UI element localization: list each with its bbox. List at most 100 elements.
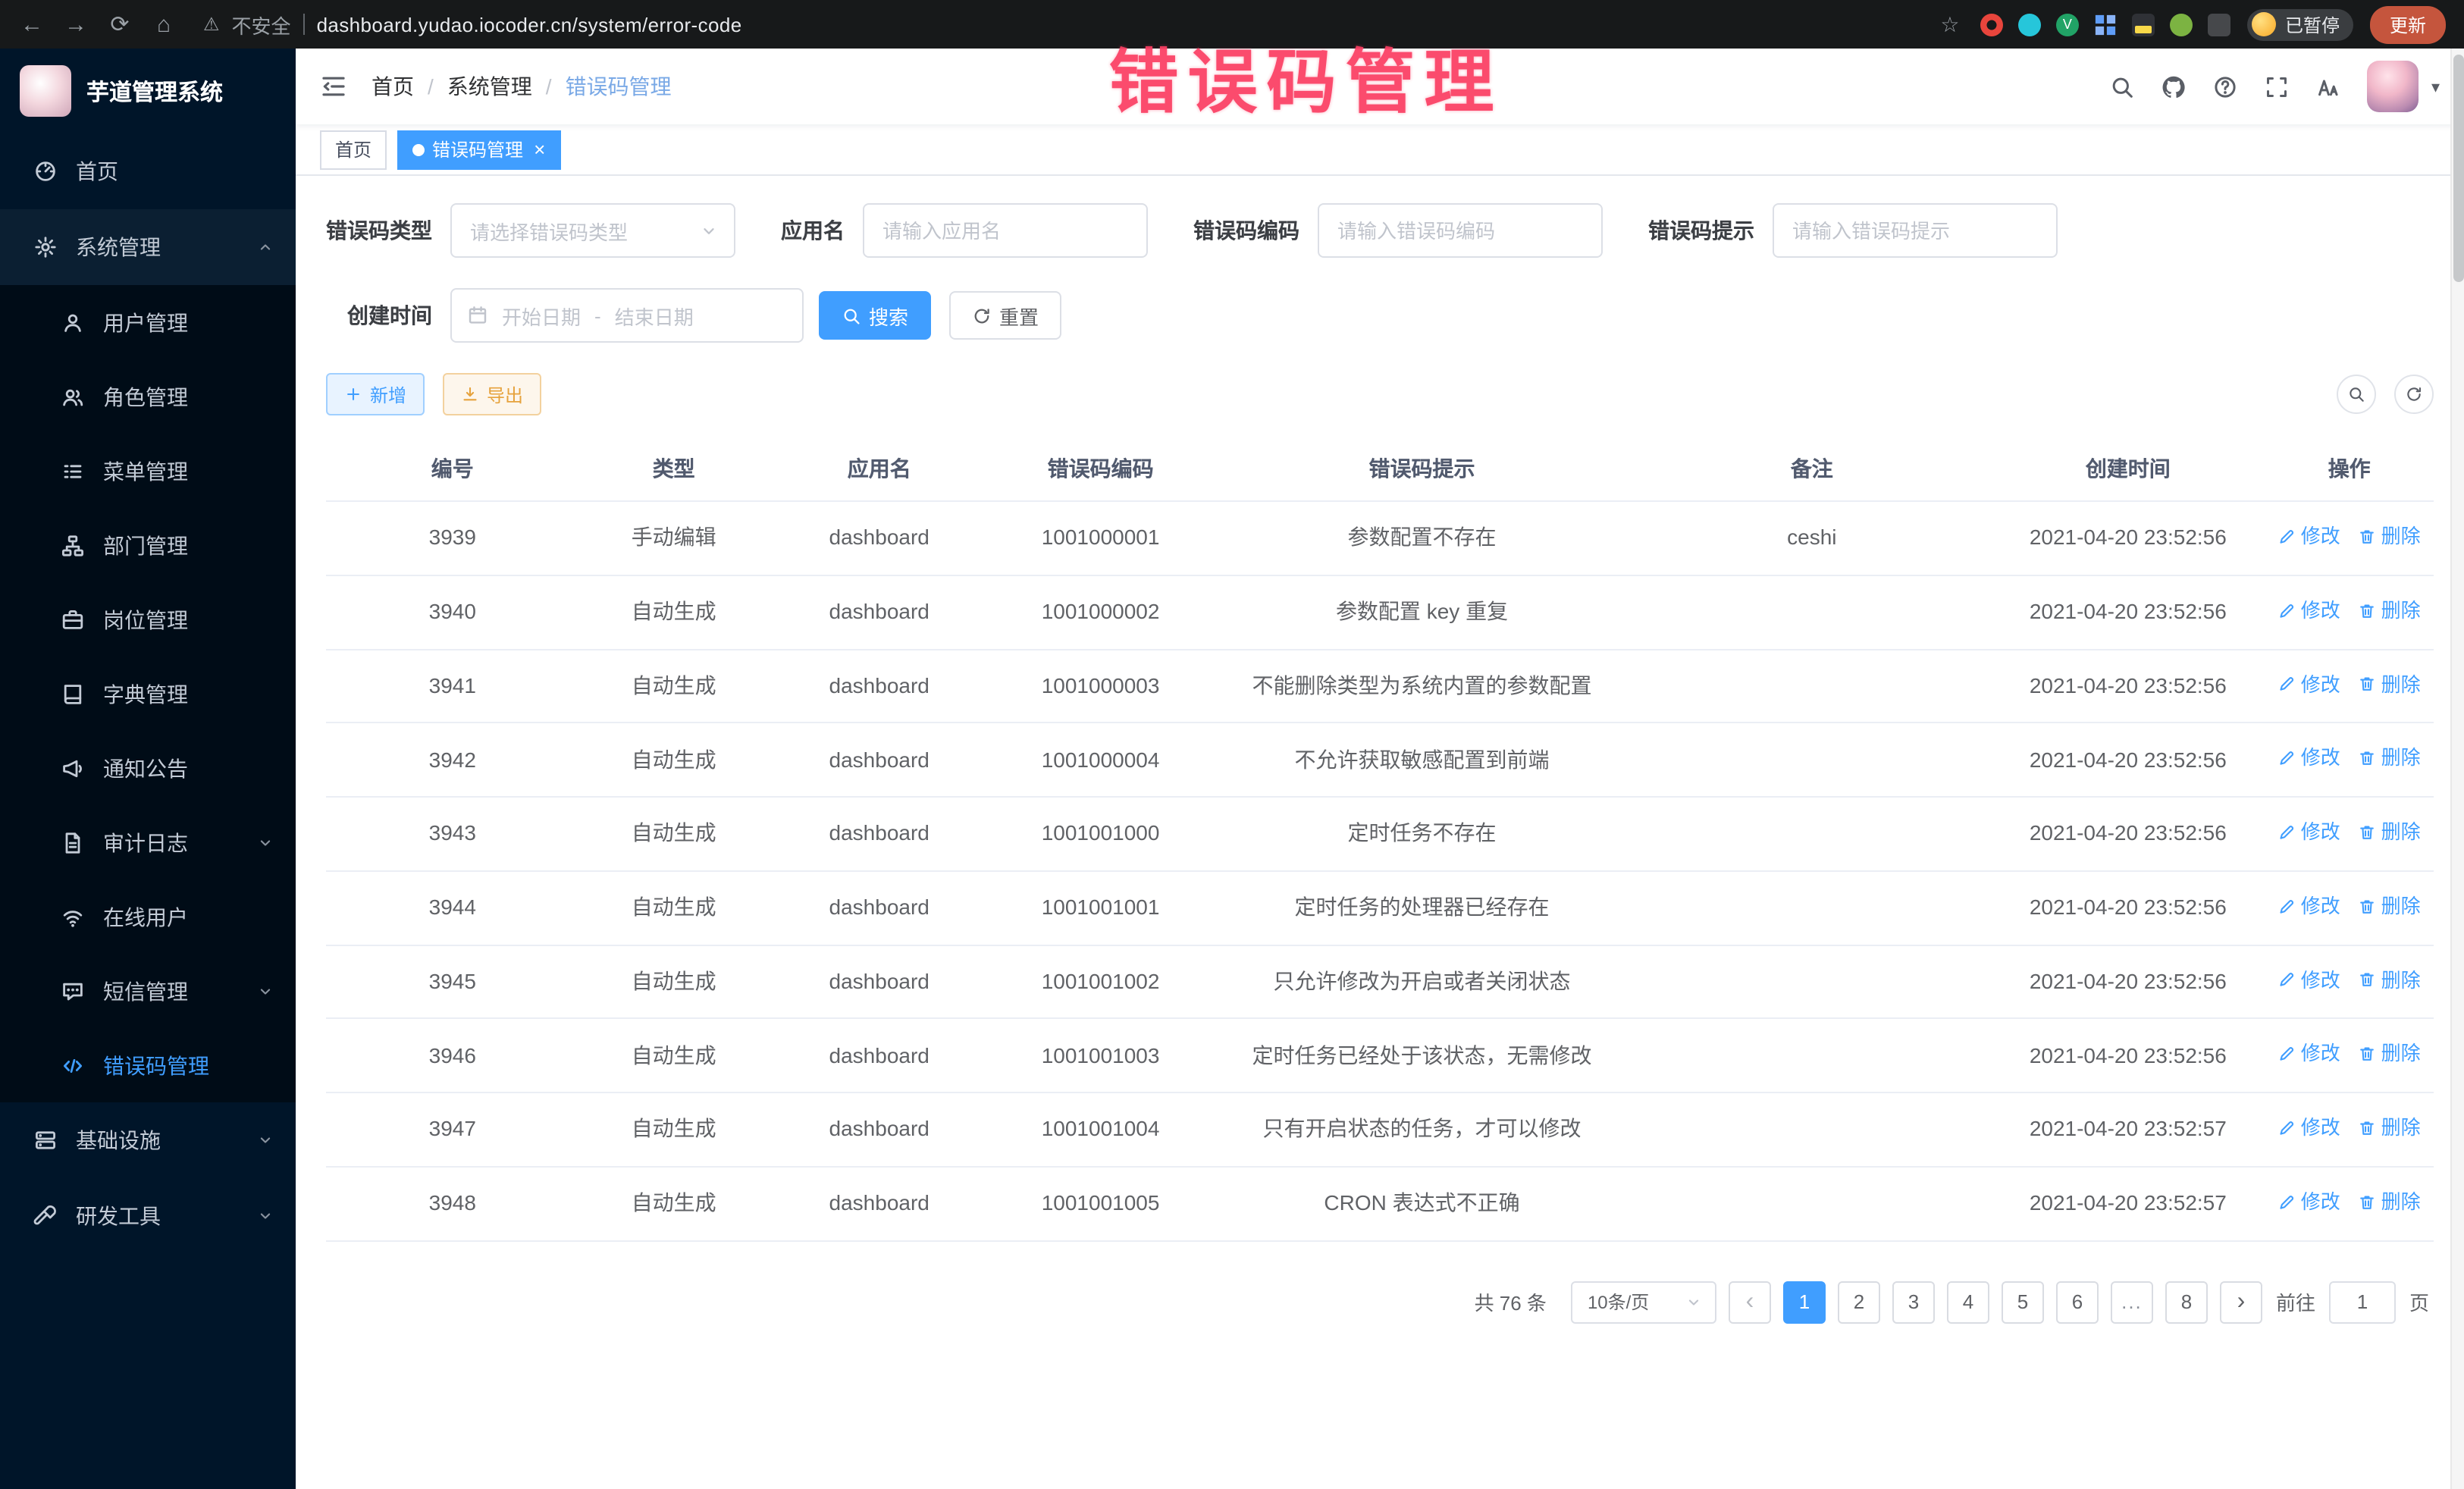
help-icon[interactable] [2213, 74, 2239, 99]
delete-link[interactable]: 删除 [2359, 965, 2421, 995]
sidebar-item[interactable]: 字典管理 [0, 657, 296, 731]
add-button[interactable]: 新增 [326, 373, 425, 415]
column-header[interactable]: 应用名 [769, 440, 990, 500]
reset-button[interactable]: 重置 [949, 291, 1061, 340]
page-button[interactable]: 8 [2165, 1281, 2208, 1323]
date-range-picker[interactable]: 开始日期 - 结束日期 [450, 288, 804, 343]
extension-icon[interactable]: V [2056, 13, 2079, 36]
edit-link[interactable]: 修改 [2278, 1113, 2340, 1143]
page-ellipsis-button[interactable]: ... [2111, 1281, 2153, 1323]
close-icon[interactable]: × [534, 139, 545, 159]
delete-link[interactable]: 删除 [2359, 1113, 2421, 1143]
page-button[interactable]: 5 [2002, 1281, 2044, 1323]
sidebar-item[interactable]: 首页 [0, 133, 296, 209]
edit-link[interactable]: 修改 [2278, 669, 2340, 699]
avatar-caret-icon[interactable]: ▾ [2431, 77, 2440, 96]
address-bar[interactable]: ⚠ 不安全 dashboard.yudao.iocoder.cn/system/… [194, 10, 1920, 39]
url-text[interactable]: dashboard.yudao.iocoder.cn/system/error-… [317, 13, 742, 36]
forward-icon[interactable]: → [62, 11, 89, 37]
bookmark-star-icon[interactable]: ☆ [1936, 11, 1964, 37]
sidebar-item[interactable]: 错误码管理 [0, 1028, 296, 1102]
extension-icon[interactable] [2132, 13, 2155, 36]
column-header[interactable]: 操作 [2265, 440, 2434, 500]
delete-link[interactable]: 删除 [2359, 1039, 2421, 1069]
sidebar-item[interactable]: 研发工具 [0, 1178, 296, 1254]
toggle-search-button[interactable] [2337, 375, 2376, 414]
page-button[interactable]: 1 [1783, 1281, 1826, 1323]
column-header[interactable]: 类型 [579, 440, 769, 500]
cell-id: 3943 [326, 806, 579, 862]
edit-link[interactable]: 修改 [2278, 522, 2340, 551]
app-logo[interactable]: 芋道管理系统 [0, 49, 296, 133]
page-size-select[interactable]: 10条/页 [1571, 1281, 1716, 1323]
sidebar-item[interactable]: 部门管理 [0, 508, 296, 582]
font-size-icon[interactable] [2316, 74, 2342, 99]
profile-paused-badge[interactable]: 已暂停 [2247, 8, 2353, 40]
edit-link[interactable]: 修改 [2278, 817, 2340, 847]
column-header[interactable]: 编号 [326, 440, 579, 500]
extension-icon[interactable] [1980, 13, 2003, 36]
tag-error-code[interactable]: 错误码管理 × [397, 130, 560, 169]
user-avatar[interactable] [2368, 61, 2419, 112]
extension-icon[interactable] [2208, 13, 2230, 36]
export-button[interactable]: 导出 [443, 373, 541, 415]
edit-link[interactable]: 修改 [2278, 596, 2340, 625]
sidebar-item[interactable]: 基础设施 [0, 1102, 296, 1178]
delete-link[interactable]: 删除 [2359, 892, 2421, 921]
sidebar-item[interactable]: 通知公告 [0, 731, 296, 805]
tag-home[interactable]: 首页 [320, 130, 387, 169]
refresh-table-button[interactable] [2394, 375, 2434, 414]
delete-link[interactable]: 删除 [2359, 522, 2421, 551]
page-button[interactable]: 2 [1838, 1281, 1880, 1323]
sidebar-item[interactable]: 系统管理 [0, 209, 296, 285]
edit-link[interactable]: 修改 [2278, 892, 2340, 921]
app-name-input[interactable] [863, 203, 1148, 258]
extension-icon[interactable] [2094, 13, 2117, 36]
search-button[interactable]: 搜索 [819, 291, 931, 340]
edit-link[interactable]: 修改 [2278, 744, 2340, 773]
home-icon[interactable]: ⌂ [150, 11, 177, 37]
column-header[interactable]: 错误码编码 [990, 440, 1212, 500]
browser-update-button[interactable]: 更新 [2370, 5, 2446, 43]
page-button[interactable]: 3 [1892, 1281, 1935, 1323]
page-scrollbar[interactable] [2450, 49, 2464, 1489]
fullscreen-icon[interactable] [2265, 74, 2290, 99]
page-button[interactable]: 6 [2056, 1281, 2099, 1323]
sidebar-item[interactable]: 岗位管理 [0, 582, 296, 657]
reload-icon[interactable]: ⟳ [106, 11, 133, 38]
breadcrumb-item[interactable]: 系统管理 [447, 71, 532, 102]
delete-link[interactable]: 删除 [2359, 596, 2421, 625]
sidebar-item[interactable]: 角色管理 [0, 359, 296, 434]
error-type-select[interactable]: 请选择错误码类型 [450, 203, 735, 258]
column-header[interactable]: 备注 [1633, 440, 1992, 500]
prev-page-button[interactable]: ‹ [1729, 1281, 1771, 1323]
edit-link[interactable]: 修改 [2278, 965, 2340, 995]
error-code-input[interactable] [1318, 203, 1603, 258]
page-button[interactable]: 4 [1947, 1281, 1989, 1323]
breadcrumb-item[interactable]: 首页 [371, 71, 414, 102]
sidebar-item[interactable]: 用户管理 [0, 285, 296, 359]
error-hint-input[interactable] [1773, 203, 2058, 258]
github-icon[interactable] [2161, 74, 2187, 99]
search-icon[interactable] [2110, 74, 2136, 99]
extension-icon[interactable] [2170, 13, 2193, 36]
delete-link[interactable]: 删除 [2359, 669, 2421, 699]
sidebar-item[interactable]: 在线用户 [0, 879, 296, 954]
edit-link[interactable]: 修改 [2278, 1039, 2340, 1069]
column-header[interactable]: 错误码提示 [1212, 440, 1633, 500]
sidebar-item[interactable]: 审计日志 [0, 805, 296, 879]
extension-icon[interactable] [2018, 13, 2041, 36]
column-header[interactable]: 创建时间 [1991, 440, 2265, 500]
sidebar-item[interactable]: 短信管理 [0, 954, 296, 1028]
delete-link[interactable]: 删除 [2359, 817, 2421, 847]
scrollbar-thumb[interactable] [2453, 55, 2464, 282]
goto-page-input[interactable] [2329, 1281, 2396, 1323]
back-icon[interactable]: ← [18, 11, 45, 37]
delete-link[interactable]: 删除 [2359, 1187, 2421, 1217]
sidebar-item[interactable]: 菜单管理 [0, 434, 296, 508]
delete-link[interactable]: 删除 [2359, 744, 2421, 773]
next-page-button[interactable]: › [2220, 1281, 2262, 1323]
security-label[interactable]: 不安全 [232, 10, 291, 39]
edit-link[interactable]: 修改 [2278, 1187, 2340, 1217]
sidebar-toggle-icon[interactable] [320, 73, 347, 100]
